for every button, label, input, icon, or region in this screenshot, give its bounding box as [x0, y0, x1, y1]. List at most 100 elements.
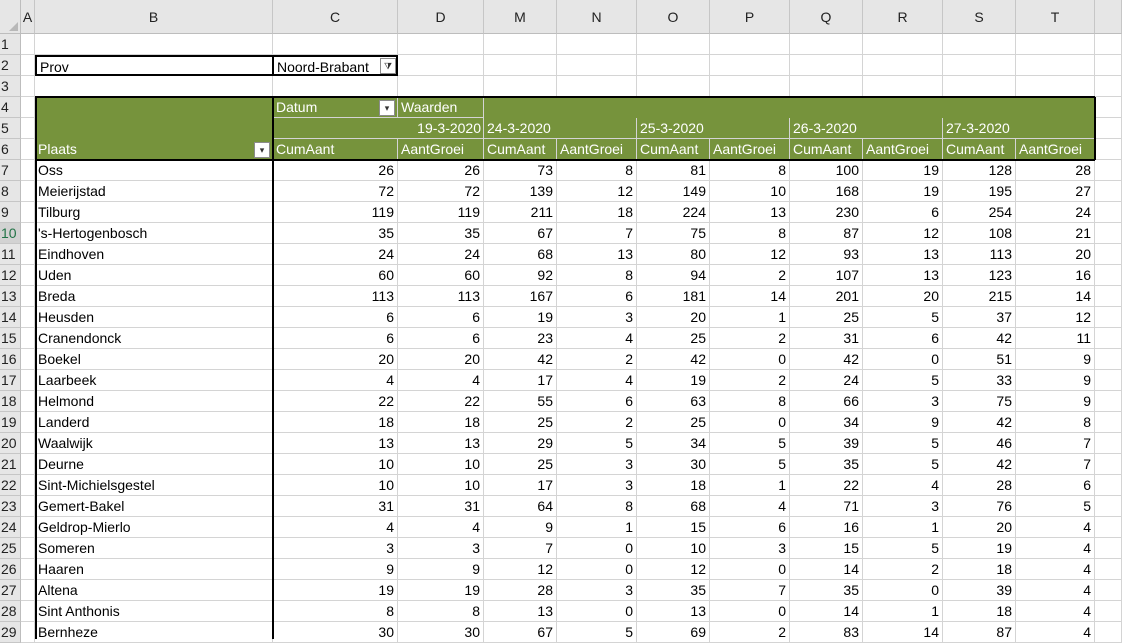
value-cell[interactable]: 9 — [1016, 391, 1095, 412]
value-cell[interactable]: 14 — [710, 286, 790, 307]
grid-cell[interactable] — [1095, 139, 1122, 160]
grid-cell[interactable] — [1095, 412, 1122, 433]
date-header-27-3-2020[interactable]: 27-3-2020 — [943, 118, 1095, 139]
grid-cell[interactable] — [710, 55, 790, 76]
measure-header-aantgroei[interactable]: AantGroei — [398, 139, 484, 160]
plaats-sort-filter-icon[interactable]: ▾ — [254, 142, 270, 158]
value-cell[interactable]: 9 — [484, 517, 557, 538]
grid-cell[interactable] — [1095, 202, 1122, 223]
value-cell[interactable]: 8 — [710, 160, 790, 181]
grid-cell[interactable] — [1095, 76, 1122, 97]
value-cell[interactable]: 76 — [943, 496, 1016, 517]
value-cell[interactable]: 25 — [637, 328, 710, 349]
row-header-8[interactable]: 8 — [0, 181, 21, 202]
value-cell[interactable]: 13 — [710, 202, 790, 223]
grid-cell[interactable] — [557, 55, 637, 76]
value-cell[interactable]: 13 — [863, 265, 943, 286]
value-cell[interactable]: 4 — [1016, 517, 1095, 538]
value-cell[interactable]: 10 — [637, 538, 710, 559]
grid-cell[interactable] — [1095, 349, 1122, 370]
value-cell[interactable]: 6 — [863, 328, 943, 349]
value-cell[interactable]: 13 — [637, 601, 710, 622]
value-cell[interactable]: 30 — [637, 454, 710, 475]
value-cell[interactable]: 22 — [398, 391, 484, 412]
row-label-plaats[interactable]: Tilburg — [35, 202, 273, 223]
value-cell[interactable]: 20 — [1016, 244, 1095, 265]
row-label-plaats[interactable]: Bernheze — [35, 622, 273, 643]
value-cell[interactable]: 4 — [1016, 580, 1095, 601]
value-cell[interactable]: 6 — [557, 286, 637, 307]
grid-cell[interactable] — [21, 370, 35, 391]
grid-cell[interactable] — [21, 538, 35, 559]
value-cell[interactable]: 92 — [484, 265, 557, 286]
value-cell[interactable]: 7 — [557, 223, 637, 244]
value-cell[interactable]: 31 — [273, 496, 398, 517]
value-cell[interactable]: 87 — [790, 223, 863, 244]
value-cell[interactable]: 30 — [398, 622, 484, 643]
value-cell[interactable]: 18 — [273, 412, 398, 433]
column-header-q[interactable]: Q — [790, 0, 863, 34]
value-cell[interactable]: 6 — [710, 517, 790, 538]
grid-cell[interactable] — [1095, 475, 1122, 496]
row-header-20[interactable]: 20 — [0, 433, 21, 454]
value-cell[interactable]: 18 — [943, 559, 1016, 580]
value-cell[interactable]: 123 — [943, 265, 1016, 286]
row-header-14[interactable]: 14 — [0, 307, 21, 328]
value-cell[interactable]: 19 — [398, 580, 484, 601]
row-header-13[interactable]: 13 — [0, 286, 21, 307]
value-cell[interactable]: 5 — [863, 307, 943, 328]
spreadsheet-grid[interactable]: A B C D M N O P Q R S T 1 2 3 4 5 6 7 8 9 10 11 12 13 14 15 16 17 18 1… — [0, 0, 1122, 643]
value-cell[interactable]: 3 — [863, 496, 943, 517]
value-cell[interactable]: 42 — [943, 454, 1016, 475]
value-cell[interactable]: 25 — [637, 412, 710, 433]
grid-cell[interactable] — [1016, 76, 1095, 97]
row-header-1[interactable]: 1 — [0, 34, 21, 55]
grid-cell[interactable] — [710, 76, 790, 97]
value-cell[interactable]: 3 — [273, 538, 398, 559]
value-cell[interactable]: 24 — [790, 370, 863, 391]
value-cell[interactable]: 10 — [398, 454, 484, 475]
row-label-plaats[interactable]: Laarbeek — [35, 370, 273, 391]
row-header-16[interactable]: 16 — [0, 349, 21, 370]
value-cell[interactable]: 75 — [637, 223, 710, 244]
grid-cell[interactable] — [21, 496, 35, 517]
value-cell[interactable]: 7 — [484, 538, 557, 559]
value-cell[interactable]: 13 — [398, 433, 484, 454]
grid-cell[interactable] — [21, 601, 35, 622]
grid-cell[interactable] — [21, 349, 35, 370]
row-header-22[interactable]: 22 — [0, 475, 21, 496]
value-cell[interactable]: 68 — [637, 496, 710, 517]
value-cell[interactable]: 28 — [1016, 160, 1095, 181]
row-header-24[interactable]: 24 — [0, 517, 21, 538]
value-cell[interactable]: 100 — [790, 160, 863, 181]
value-cell[interactable]: 81 — [637, 160, 710, 181]
value-cell[interactable]: 83 — [790, 622, 863, 643]
grid-cell[interactable] — [1095, 328, 1122, 349]
grid-cell[interactable] — [484, 76, 557, 97]
value-cell[interactable]: 12 — [484, 559, 557, 580]
value-cell[interactable]: 5 — [863, 370, 943, 391]
grid-cell[interactable] — [1095, 244, 1122, 265]
value-cell[interactable]: 230 — [790, 202, 863, 223]
value-cell[interactable]: 107 — [790, 265, 863, 286]
grid-cell[interactable] — [484, 55, 557, 76]
row-label-plaats[interactable]: Heusden — [35, 307, 273, 328]
value-cell[interactable]: 3 — [557, 454, 637, 475]
value-cell[interactable]: 13 — [484, 601, 557, 622]
grid-cell[interactable] — [790, 76, 863, 97]
value-cell[interactable]: 25 — [484, 412, 557, 433]
value-cell[interactable]: 30 — [273, 622, 398, 643]
value-cell[interactable]: 39 — [790, 433, 863, 454]
grid-cell[interactable] — [1095, 181, 1122, 202]
value-cell[interactable]: 139 — [484, 181, 557, 202]
row-label-plaats[interactable]: Haaren — [35, 559, 273, 580]
column-header-n[interactable]: N — [557, 0, 637, 34]
select-all-corner[interactable] — [0, 0, 21, 34]
grid-cell[interactable] — [1095, 370, 1122, 391]
value-cell[interactable]: 31 — [398, 496, 484, 517]
value-cell[interactable]: 4 — [1016, 622, 1095, 643]
grid-cell[interactable] — [710, 34, 790, 55]
row-header-21[interactable]: 21 — [0, 454, 21, 475]
value-cell[interactable]: 80 — [637, 244, 710, 265]
value-cell[interactable]: 149 — [637, 181, 710, 202]
